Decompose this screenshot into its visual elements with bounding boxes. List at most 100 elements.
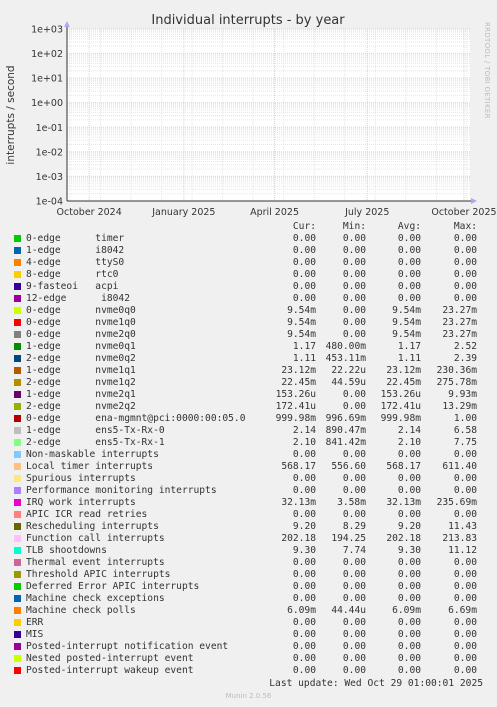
legend-row: 1-edge nvme2q1 153.26u 0.00 153.26u 9.93m (0, 389, 497, 401)
legend-max-value: 0.00 (453, 569, 477, 580)
legend-label: Deferred Error APIC interrupts (26, 581, 200, 592)
legend-max-value: 0.00 (453, 557, 477, 568)
legend-row: Nested posted-interrupt event 0.00 0.00 0.0… (0, 653, 497, 665)
legend-swatch (14, 367, 21, 374)
legend-row: 8-edge rtc0 0.00 0.00 0.00 0.00 (0, 269, 497, 281)
legend-row: Posted-interrupt notification event 0.00 0… (0, 641, 497, 653)
legend-max-value: 9.93m (448, 389, 477, 400)
legend-label: 1-edge ens5-Tx-Rx-0 (26, 425, 165, 436)
legend-label: 2-edge nvme0q2 (26, 353, 136, 364)
legend-label: 4-edge ttyS0 (26, 257, 125, 268)
legend-max-value: 0.00 (453, 293, 477, 304)
legend-label: 1-edge nvme2q1 (26, 389, 136, 400)
legend-swatch (14, 403, 21, 410)
legend-row: MIS 0.00 0.00 0.00 0.00 (0, 629, 497, 641)
legend-max-value: 23.27m (442, 305, 477, 316)
legend-swatch (14, 631, 21, 638)
legend-label: Non-maskable interrupts (26, 449, 159, 460)
legend-swatch (14, 667, 21, 674)
last-update: Last update: Wed Oct 29 01:00:01 2025 (269, 678, 483, 689)
legend-max-value: 13.29m (442, 401, 477, 412)
legend-swatch (14, 619, 21, 626)
legend-max-value: 0.00 (453, 617, 477, 628)
legend-label: ERR (26, 617, 44, 628)
legend-row: Local timer interrupts 568.17 556.60 568.17… (0, 461, 497, 473)
legend-swatch (14, 307, 21, 314)
legend-row: 2-edge nvme0q2 1.11 453.11m 1.11 2.39 (0, 353, 497, 365)
header-max: Max: (453, 221, 477, 232)
side-label: RRDTOOL / TOBI OETIKER (483, 22, 491, 119)
legend-label: TLB shootdowns (26, 545, 107, 556)
chart-area: Individual interrupts - by year interrup… (5, 13, 497, 218)
y-tick-label: 1e-04 (36, 197, 63, 208)
legend-swatch (14, 331, 21, 338)
legend-label: 1-edge nvme1q1 (26, 365, 136, 376)
legend-max-value: 275.78m (436, 377, 477, 388)
legend-swatch (14, 319, 21, 326)
legend-max-value: 1.00 (453, 413, 477, 424)
legend-max-value: 2.39 (453, 353, 477, 364)
legend-swatch (14, 595, 21, 602)
y-tick-label: 1e+00 (31, 98, 63, 109)
legend-max-value: 611.40 (442, 461, 477, 472)
legend-max-value: 0.00 (453, 629, 477, 640)
legend-row: ERR 0.00 0.00 0.00 0.00 (0, 617, 497, 629)
x-ticks: October 2024 January 2025 April 2025 July 2… (57, 207, 497, 218)
legend-label: 9-fasteoi acpi (26, 281, 119, 292)
legend-label: Thermal event interrupts (26, 557, 165, 568)
legend-label: 0-edge nvme0q0 (26, 305, 136, 316)
y-tick-label: 1e-03 (36, 172, 63, 183)
legend-label: Machine check polls (26, 605, 136, 616)
legend-swatch (14, 343, 21, 350)
legend-swatch (14, 391, 21, 398)
legend-max-value: 23.27m (442, 317, 477, 328)
legend-max-value: 6.69m (448, 605, 477, 616)
legend-swatch (14, 259, 21, 266)
legend-label: 2-edge ens5-Tx-Rx-1 (26, 437, 165, 448)
legend-label: Local timer interrupts (26, 461, 154, 472)
legend-swatch (14, 379, 21, 386)
legend-swatch (14, 571, 21, 578)
legend-max-value: 0.00 (453, 593, 477, 604)
legend-row: 1-edge i8042 0.00 0.00 0.00 0.00 (0, 245, 497, 257)
legend-label: Posted-interrupt notification event (26, 641, 229, 652)
legend-swatch (14, 235, 21, 242)
legend-swatch (14, 271, 21, 278)
legend-label: Machine check exceptions (26, 593, 165, 604)
legend-label: 1-edge i8042 (26, 245, 125, 256)
legend-swatch (14, 643, 21, 650)
legend-swatch (14, 499, 21, 506)
legend-row: 2-edge nvme2q2 172.41u 0.00 172.41u 13.29m (0, 401, 497, 413)
legend-swatch (14, 535, 21, 542)
legend-max-value: 0.00 (453, 257, 477, 268)
legend-max-value: 11.12 (448, 545, 477, 556)
legend-row: 1-edge nvme1q1 23.12m 22.22u 23.12m 230.36m (0, 365, 497, 377)
legend-max-value: 23.27m (442, 329, 477, 340)
legend-label: APIC ICR read retries (26, 509, 148, 520)
legend-max-value: 0.00 (453, 449, 477, 460)
legend-max-value: 2.52 (453, 341, 477, 352)
legend-label: Spurious interrupts (26, 473, 136, 484)
legend-max-value: 0.00 (453, 269, 477, 280)
legend-max-value: 230.36m (436, 365, 477, 376)
legend-row: 0-edge nvme2q0 9.54m 0.00 9.54m 23.27m (0, 329, 497, 341)
legend-row: Threshold APIC interrupts 0.00 0.00 0.00 0.0… (0, 569, 497, 581)
legend-row: Posted-interrupt wakeup event 0.00 0.00 0.0… (0, 665, 497, 677)
legend-row: 4-edge ttyS0 0.00 0.00 0.00 0.00 (0, 257, 497, 269)
legend-label: 2-edge nvme2q2 (26, 401, 136, 412)
legend-row: APIC ICR read retries 0.00 0.00 0.00 0.00 (0, 509, 497, 521)
legend-row: Performance monitoring interrupts 0.00 0.0… (0, 485, 497, 497)
y-tick-label: 1e+03 (31, 25, 63, 36)
legend-swatch (14, 583, 21, 590)
x-tick-label: October 2025 (431, 207, 496, 218)
legend-label: Nested posted-interrupt event (26, 653, 194, 664)
legend-label: Rescheduling interrupts (26, 521, 159, 532)
x-tick-label: July 2025 (344, 207, 389, 218)
legend-swatch (14, 523, 21, 530)
legend-label: 0-edge timer (26, 233, 125, 244)
footer-version: Munin 2.0.56 (225, 692, 272, 700)
legend-swatch (14, 295, 21, 302)
legend-label: Posted-interrupt wakeup event (26, 665, 194, 676)
chart-title: Individual interrupts - by year (151, 13, 345, 28)
legend-row: Function call interrupts 202.18 194.25 202.… (0, 533, 497, 545)
